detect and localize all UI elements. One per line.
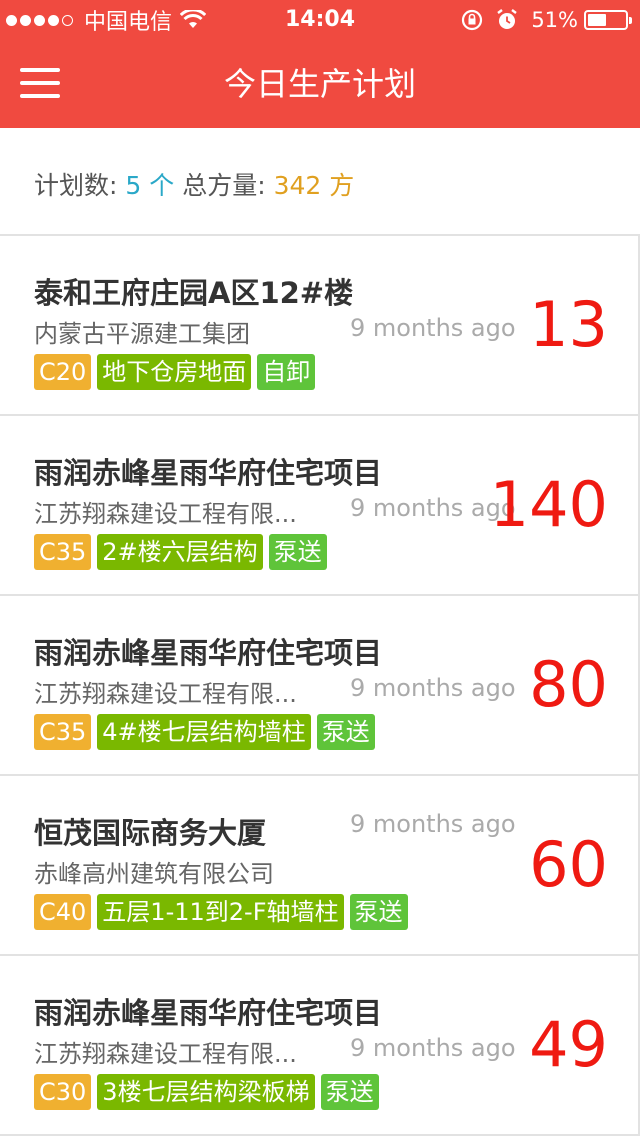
plan-quantity: 49 — [529, 1008, 608, 1081]
part-badge: 地下仓房地面 — [97, 354, 252, 390]
company-name: 赤峰高州建筑有限公司 — [34, 860, 274, 888]
battery-percent: 51% — [531, 8, 578, 32]
grade-badge: C20 — [34, 354, 92, 390]
total-volume-value: 342 方 — [273, 171, 355, 200]
project-name: 泰和王府庄园A区12#楼 — [34, 276, 354, 310]
plan-time: 9 months ago — [350, 674, 516, 702]
grade-badge: C30 — [34, 1074, 92, 1110]
list-item[interactable]: 雨润赤峰星雨华府住宅项目 江苏翔森建设工程有限... 9 months ago … — [0, 416, 640, 596]
method-badge: 泵送 — [316, 714, 375, 750]
company-name: 内蒙古平源建工集团 — [34, 320, 250, 348]
grade-badge: C35 — [34, 534, 92, 570]
part-badge: 五层1-11到2-F轴墙柱 — [97, 894, 344, 930]
method-badge: 泵送 — [268, 534, 327, 570]
grade-badge: C35 — [34, 714, 92, 750]
part-badge: 2#楼六层结构 — [97, 534, 263, 570]
plan-count-label: 计划数: — [34, 171, 118, 200]
tag-group: C30 3楼七层结构梁板梯 泵送 — [34, 1074, 385, 1110]
list-item[interactable]: 泰和王府庄园A区12#楼 内蒙古平源建工集团 9 months ago 13 C… — [0, 236, 640, 416]
alarm-icon — [497, 9, 518, 29]
plan-quantity: 13 — [529, 288, 608, 361]
part-badge: 3楼七层结构梁板梯 — [97, 1074, 315, 1110]
tag-group: C35 2#楼六层结构 泵送 — [34, 534, 333, 570]
company-name: 江苏翔森建设工程有限... — [34, 1040, 297, 1068]
project-name: 恒茂国际商务大厦 — [34, 816, 267, 850]
total-volume-label: 总方量: — [182, 171, 266, 200]
app-header: 今日生产计划 — [0, 40, 640, 128]
company-name: 江苏翔森建设工程有限... — [34, 500, 297, 528]
plan-time: 9 months ago — [350, 1034, 516, 1062]
plan-quantity: 140 — [489, 468, 608, 541]
page-title: 今日生产计划 — [223, 65, 416, 103]
status-bar: 中国电信 14:04 51% — [0, 0, 640, 40]
list-item[interactable]: 恒茂国际商务大厦 赤峰高州建筑有限公司 9 months ago 60 C40 … — [0, 776, 640, 956]
tag-group: C20 地下仓房地面 自卸 — [34, 354, 321, 390]
tag-group: C40 五层1-11到2-F轴墙柱 泵送 — [34, 894, 414, 930]
tag-group: C35 4#楼七层结构墙柱 泵送 — [34, 714, 381, 750]
plan-time: 9 months ago — [350, 314, 516, 342]
project-name: 雨润赤峰星雨华府住宅项目 — [34, 456, 383, 490]
method-badge: 泵送 — [349, 894, 408, 930]
project-name: 雨润赤峰星雨华府住宅项目 — [34, 636, 383, 670]
plan-list: 泰和王府庄园A区12#楼 内蒙古平源建工集团 9 months ago 13 C… — [0, 236, 640, 1136]
method-badge: 自卸 — [257, 354, 316, 390]
company-name: 江苏翔森建设工程有限... — [34, 680, 297, 708]
status-right: 51% — [461, 0, 632, 40]
part-badge: 4#楼七层结构墙柱 — [97, 714, 311, 750]
plan-quantity: 80 — [529, 648, 608, 721]
plan-time: 9 months ago — [350, 810, 516, 838]
rotation-lock-icon — [462, 9, 483, 31]
plan-summary: 计划数: 5 个 总方量: 342 方 — [0, 128, 640, 236]
grade-badge: C40 — [34, 894, 92, 930]
battery-icon — [584, 10, 632, 30]
plan-quantity: 60 — [529, 828, 608, 901]
method-badge: 泵送 — [320, 1074, 379, 1110]
plan-count-value: 5 个 — [125, 171, 175, 200]
list-item[interactable]: 雨润赤峰星雨华府住宅项目 江苏翔森建设工程有限... 9 months ago … — [0, 596, 640, 776]
project-name: 雨润赤峰星雨华府住宅项目 — [34, 996, 383, 1030]
list-item[interactable]: 雨润赤峰星雨华府住宅项目 江苏翔森建设工程有限... 9 months ago … — [0, 956, 640, 1136]
